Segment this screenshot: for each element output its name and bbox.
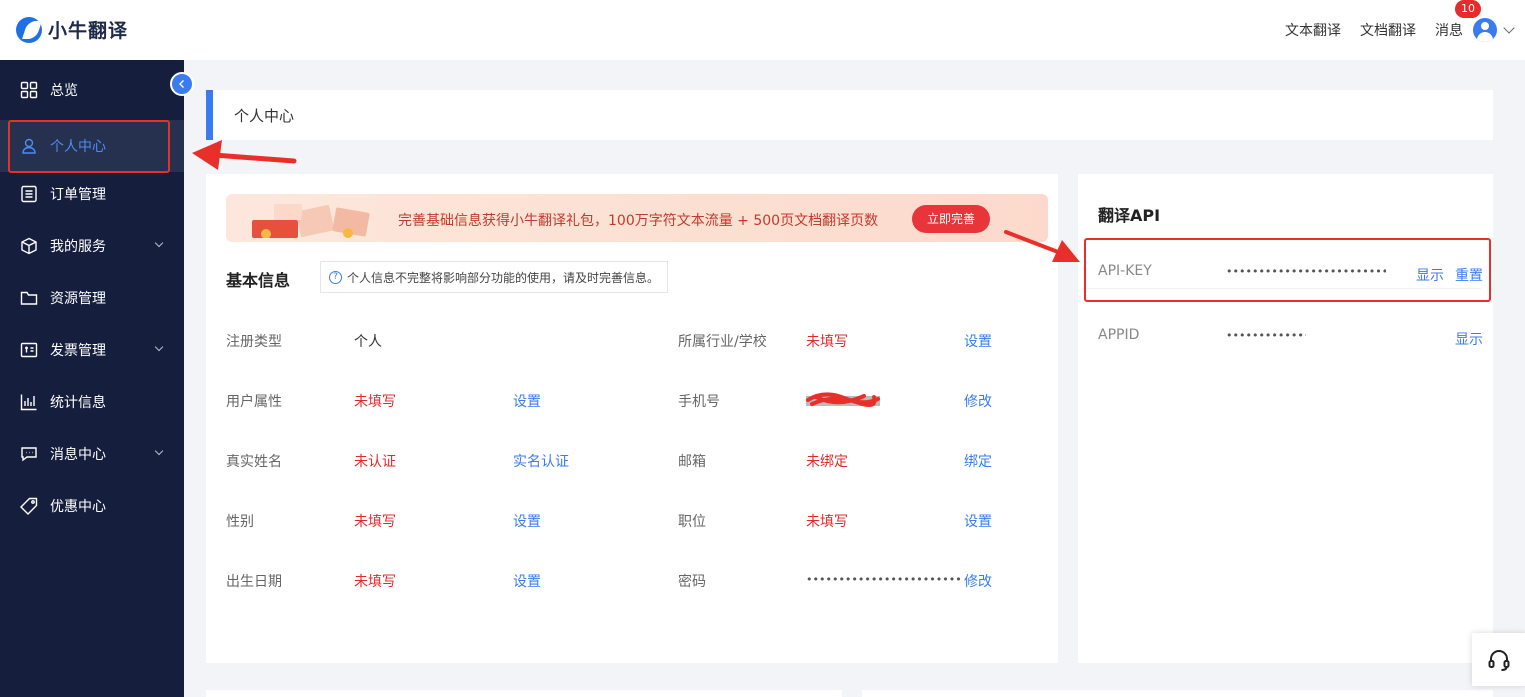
customer-support-button[interactable] (1472, 633, 1525, 686)
annotation-arrows (192, 140, 1080, 262)
annotation-arrow-left-icon (192, 140, 297, 170)
annotation-arrow-right-icon (1004, 230, 1080, 262)
headset-icon (1488, 649, 1509, 671)
